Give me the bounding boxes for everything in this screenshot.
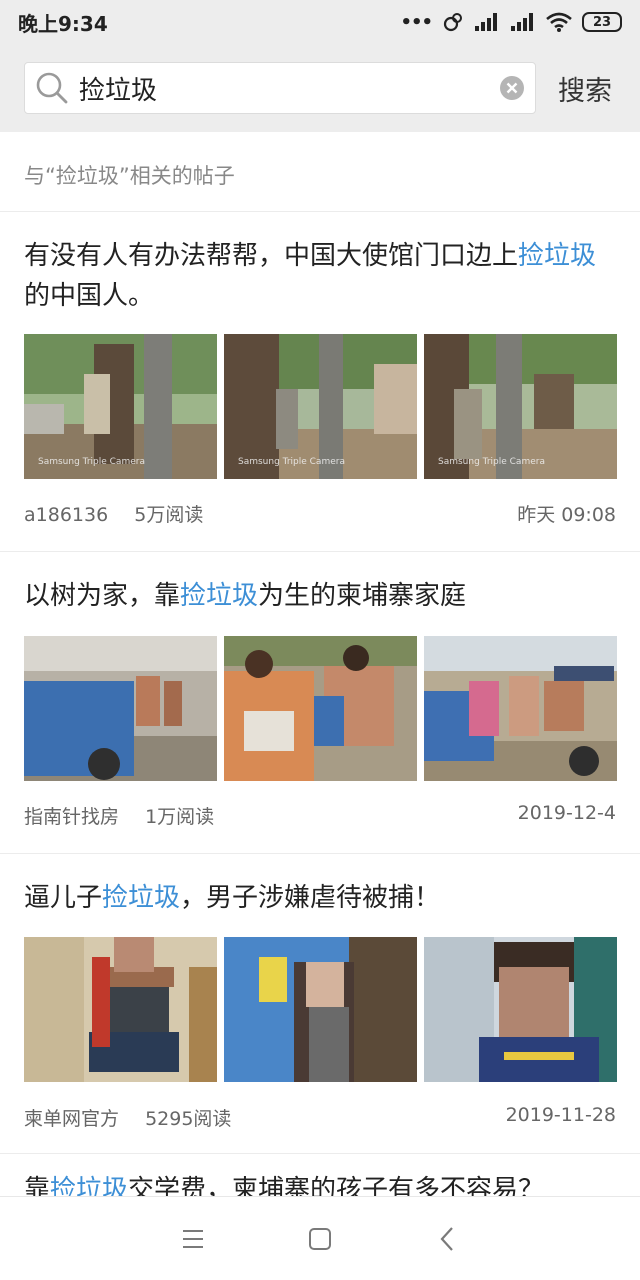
- wifi-icon: [546, 12, 572, 32]
- post-reads: 1万阅读: [145, 806, 215, 828]
- status-time: 晚上9:34: [18, 11, 108, 36]
- image-watermark: Samsung Triple Camera: [38, 457, 145, 467]
- post-time: 2019-11-28: [505, 1104, 616, 1126]
- home-icon[interactable]: [305, 1224, 335, 1254]
- section-hint: 与“捡垃圾”相关的帖子: [0, 132, 640, 212]
- search-header: 捡垃圾 搜索: [0, 44, 640, 132]
- post-image[interactable]: [224, 636, 417, 781]
- post-title[interactable]: 逼儿子捡垃圾，男子涉嫌虐待被捕！: [24, 878, 616, 918]
- post-image[interactable]: Samsung Triple Camera: [24, 334, 217, 479]
- post-meta: a186136 5万阅读 昨天 09:08: [24, 500, 616, 527]
- search-box[interactable]: 捡垃圾: [24, 62, 536, 114]
- post-image[interactable]: [24, 636, 217, 781]
- status-icons: ••• 23: [400, 11, 622, 33]
- clear-icon[interactable]: [499, 75, 525, 101]
- keyword-highlight: 捡垃圾: [102, 883, 181, 913]
- post-item[interactable]: 逼儿子捡垃圾，男子涉嫌虐待被捕！ 柬单网官方 5295阅读 2019-11-28: [0, 854, 640, 1154]
- post-title[interactable]: 以树为家，靠捡垃圾为生的柬埔寨家庭: [24, 576, 616, 616]
- battery-indicator: 23: [582, 12, 622, 32]
- post-reads: 5万阅读: [134, 504, 204, 526]
- post-image[interactable]: [224, 937, 417, 1082]
- post-images: [24, 636, 617, 781]
- post-title[interactable]: 靠捡垃圾交学费，柬埔寨的孩子有多不容易？: [24, 1170, 624, 1196]
- post-author[interactable]: 指南针找房: [24, 806, 119, 828]
- post-author[interactable]: a186136: [24, 504, 108, 526]
- post-item[interactable]: 有没有人有办法帮帮，中国大使馆门口边上捡垃圾的中国人。 Samsung Trip…: [0, 212, 640, 552]
- keyword-highlight: 捡垃圾: [180, 581, 259, 611]
- more-dots-icon: •••: [400, 11, 433, 33]
- signal-icon-2: [511, 13, 533, 31]
- post-title[interactable]: 有没有人有办法帮帮，中国大使馆门口边上捡垃圾的中国人。: [24, 236, 616, 316]
- image-watermark: Samsung Triple Camera: [238, 457, 345, 467]
- status-bar: 晚上9:34 ••• 23: [0, 0, 640, 44]
- image-watermark: Samsung Triple Camera: [438, 457, 545, 467]
- search-icon: [36, 72, 68, 104]
- post-images: Samsung Triple Camera Samsung Triple Cam…: [24, 334, 617, 479]
- keyword-highlight: 捡垃圾: [50, 1175, 129, 1196]
- link-icon: [443, 13, 462, 32]
- post-image[interactable]: Samsung Triple Camera: [224, 334, 417, 479]
- post-image[interactable]: [24, 937, 217, 1082]
- keyword-highlight: 捡垃圾: [518, 241, 597, 271]
- menu-icon[interactable]: [178, 1224, 208, 1254]
- post-item-partial[interactable]: 靠捡垃圾交学费，柬埔寨的孩子有多不容易？: [24, 1152, 624, 1196]
- search-input[interactable]: 捡垃圾: [69, 70, 499, 107]
- post-reads: 5295阅读: [145, 1108, 232, 1130]
- search-button[interactable]: 搜索: [558, 69, 612, 108]
- post-time: 昨天 09:08: [517, 504, 616, 526]
- post-image[interactable]: Samsung Triple Camera: [424, 334, 617, 479]
- signal-icon: [475, 13, 497, 31]
- post-author[interactable]: 柬单网官方: [24, 1108, 119, 1130]
- post-meta: 柬单网官方 5295阅读 2019-11-28: [24, 1104, 616, 1131]
- post-image[interactable]: [424, 636, 617, 781]
- post-image[interactable]: [424, 937, 617, 1082]
- back-icon[interactable]: [432, 1224, 462, 1254]
- post-meta: 指南针找房 1万阅读 2019-12-4: [24, 802, 616, 829]
- post-item[interactable]: 以树为家，靠捡垃圾为生的柬埔寨家庭 指南针找房 1万阅读 2019-12-4: [0, 552, 640, 854]
- post-images: [24, 937, 617, 1082]
- post-time: 2019-12-4: [517, 802, 616, 824]
- navigation-bar: [0, 1196, 640, 1280]
